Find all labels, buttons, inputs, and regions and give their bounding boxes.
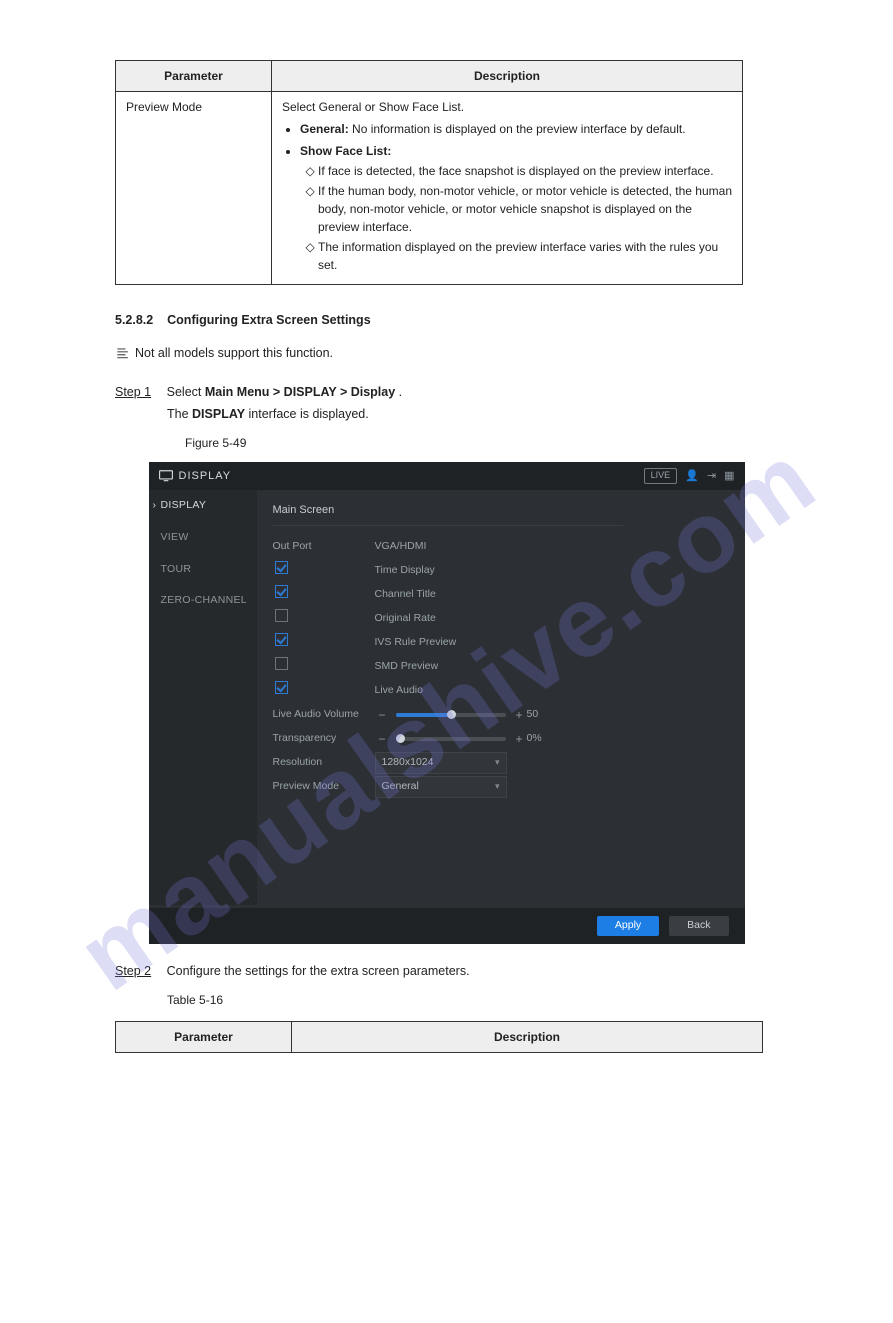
preview-mode-label: Preview Mode	[273, 779, 375, 795]
check-time-display[interactable]	[275, 561, 288, 574]
chevron-down-icon: ▾	[495, 780, 500, 794]
step1-number: Step 1	[115, 383, 151, 402]
step1-text-a: Select	[167, 385, 205, 399]
col-head-parameter: Parameter	[116, 61, 272, 92]
shot-footer: Apply Back	[149, 908, 745, 944]
note-icon	[115, 346, 129, 360]
section-number: 5.2.8.2	[115, 313, 153, 327]
resolution-value: 1280x1024	[382, 755, 434, 771]
preview-mode-value: General	[382, 779, 419, 795]
check-ivs-rule[interactable]	[275, 633, 288, 646]
volume-label: Live Audio Volume	[273, 707, 375, 723]
check-live-audio[interactable]	[275, 681, 288, 694]
topbar-icons: 👤 ⇥ ▦	[685, 468, 734, 485]
desc-intro: Select General or Show Face List.	[282, 98, 732, 116]
sidebar: DISPLAY VIEW TOUR ZERO-CHANNEL	[149, 490, 257, 905]
main-screen-title: Main Screen	[273, 502, 729, 519]
trans-label: Transparency	[273, 731, 375, 747]
step2-number: Step 2	[115, 962, 151, 981]
tbl2-head-description: Description	[292, 1021, 763, 1052]
volume-plus[interactable]: +	[512, 706, 527, 724]
grid-icon[interactable]: ▦	[724, 468, 734, 485]
parameter-table-bottom: Parameter Description	[115, 1021, 763, 1053]
divider	[273, 525, 623, 526]
table2-label: Table 5-16	[167, 991, 778, 1009]
live-badge[interactable]: LIVE	[644, 468, 678, 484]
step2-text: Configure the settings for the extra scr…	[167, 964, 470, 978]
exit-icon[interactable]: ⇥	[707, 468, 716, 485]
check-original-rate[interactable]	[275, 609, 288, 622]
check-channel-title[interactable]	[275, 585, 288, 598]
volume-slider[interactable]	[396, 713, 506, 717]
preview-mode-select[interactable]: General ▾	[375, 776, 507, 798]
section-title: Configuring Extra Screen Settings	[167, 313, 371, 327]
step1-text-b: .	[399, 385, 402, 399]
label-live-audio: Live Audio	[375, 683, 423, 699]
sub-bullet-2: If the human body, non-motor vehicle, or…	[318, 182, 732, 236]
sub-bullet-1: If face is detected, the face snapshot i…	[318, 162, 732, 180]
apply-button[interactable]: Apply	[597, 916, 659, 936]
shot-topbar: DISPLAY LIVE 👤 ⇥ ▦	[149, 462, 745, 490]
cell-param: Preview Mode	[116, 92, 272, 285]
sidebar-item-zero-channel[interactable]: ZERO-CHANNEL	[149, 585, 257, 617]
sub-bullet-3: The information displayed on the preview…	[318, 238, 732, 274]
trans-value: 0%	[527, 731, 542, 747]
figure-label: Figure 5-49	[185, 434, 778, 452]
step1-menu-path: Main Menu > DISPLAY > Display	[205, 385, 395, 399]
label-smd: SMD Preview	[375, 659, 439, 675]
volume-minus[interactable]: −	[375, 706, 390, 724]
sidebar-item-tour[interactable]: TOUR	[149, 554, 257, 586]
chevron-down-icon: ▾	[495, 756, 500, 770]
label-time-display: Time Display	[375, 563, 435, 579]
step1-result-b: interface is displayed.	[249, 407, 369, 421]
label-original-rate: Original Rate	[375, 611, 436, 627]
step1-result-bold: DISPLAY	[192, 407, 245, 421]
volume-value: 50	[527, 707, 539, 723]
resolution-select[interactable]: 1280x1024 ▾	[375, 752, 507, 774]
trans-slider[interactable]	[396, 737, 506, 741]
check-smd[interactable]	[275, 657, 288, 670]
app-title: DISPLAY	[179, 468, 232, 485]
sidebar-item-display[interactable]: DISPLAY	[149, 490, 257, 522]
label-channel-title: Channel Title	[375, 587, 436, 603]
user-icon[interactable]: 👤	[685, 468, 699, 485]
back-button[interactable]: Back	[669, 916, 728, 936]
label-ivs-rule: IVS Rule Preview	[375, 635, 457, 651]
outport-value: VGA/HDMI	[375, 539, 427, 555]
trans-plus[interactable]: +	[512, 730, 527, 748]
app-title-group: DISPLAY	[159, 468, 232, 485]
step1-result-a: The	[167, 407, 192, 421]
display-screenshot: DISPLAY LIVE 👤 ⇥ ▦ DISPLAY VIEW TOUR ZER…	[149, 462, 745, 944]
main-panel: Main Screen Out Port VGA/HDMI Time Displ…	[257, 490, 745, 905]
monitor-icon	[159, 470, 173, 482]
resolution-label: Resolution	[273, 755, 375, 771]
cell-desc: Select General or Show Face List. Genera…	[272, 92, 743, 285]
parameter-table-top: Parameter Description Preview Mode Selec…	[115, 60, 743, 285]
sidebar-item-view[interactable]: VIEW	[149, 522, 257, 554]
note-text: Not all models support this function.	[135, 344, 333, 363]
col-head-description: Description	[272, 61, 743, 92]
tbl2-head-parameter: Parameter	[116, 1021, 292, 1052]
trans-minus[interactable]: −	[375, 730, 390, 748]
outport-label: Out Port	[273, 539, 375, 555]
bullet-general: General: No information is displayed on …	[300, 120, 732, 138]
bullet-show-face: Show Face List: If face is detected, the…	[300, 142, 732, 274]
